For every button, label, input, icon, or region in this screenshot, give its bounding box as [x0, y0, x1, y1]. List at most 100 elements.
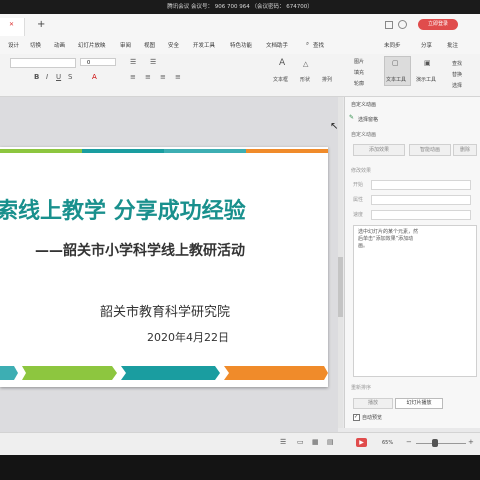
align-left-icon[interactable]: ≡	[130, 73, 136, 81]
meeting-info-bar: 腾讯会议 会议号： 906 700 964 （会议密码： 674700）	[0, 0, 480, 14]
start-dropdown[interactable]	[371, 180, 471, 190]
stripe-segment	[82, 149, 164, 153]
arrow-segment	[224, 366, 328, 380]
menu-item[interactable]: 文档助手	[266, 41, 288, 49]
slideshow-button[interactable]: 幻灯片播放	[395, 398, 443, 409]
arrow-band-graphic	[0, 366, 328, 380]
arrow-segment	[22, 366, 117, 380]
reading-view-icon[interactable]: ▤	[327, 438, 334, 446]
shapes-label[interactable]: 形状	[300, 76, 310, 83]
menu-item[interactable]: 切换	[30, 41, 41, 49]
menu-item[interactable]: 幻灯片放映	[78, 41, 106, 49]
tab-bar: ✕ + 立即登录	[0, 14, 480, 37]
select-pane-icon[interactable]: ✎	[349, 114, 354, 121]
zoom-in-icon[interactable]: +	[468, 438, 474, 446]
zoom-level[interactable]: 65%	[382, 440, 393, 446]
add-effect-button[interactable]: 添加效果	[353, 144, 405, 156]
zoom-out-icon[interactable]: −	[406, 438, 412, 446]
search-menu[interactable]: 查找	[313, 41, 324, 49]
play-button[interactable]: 播放	[353, 398, 393, 409]
select-pane-link[interactable]: 选择窗格	[358, 116, 378, 123]
top-stripe	[0, 149, 328, 153]
comment-button[interactable]: 批注	[447, 41, 458, 49]
present-tools-icon[interactable]: ▣	[424, 59, 431, 67]
slide-organization[interactable]: 韶关市教育科学研究院	[100, 301, 230, 320]
normal-view-icon[interactable]: ▭	[297, 438, 304, 446]
autopreview-label[interactable]: 自动预览	[362, 414, 382, 421]
font-size-dropdown[interactable]: 0	[80, 58, 116, 66]
reorder-label: 重新排序	[351, 385, 372, 391]
sorter-view-icon[interactable]: ▦	[312, 438, 319, 446]
arrange-label[interactable]: 排列	[322, 76, 332, 83]
custom-animation-title: 自定义动画	[351, 132, 377, 138]
menu-item[interactable]: 视图	[144, 41, 155, 49]
slide-subtitle[interactable]: ——韶关市小学科学线上教研活动	[35, 240, 245, 260]
speed-dropdown[interactable]	[371, 210, 471, 220]
fill-button[interactable]: 填充	[354, 69, 364, 76]
ribbon-toolbar: 0 B I U S A ☰ ☰ ≡ ≡ ≡ ≡ A 文本框 △ 形状 排列 图片…	[0, 54, 480, 97]
text-tools-label: 文本工具	[386, 77, 407, 83]
slide-date[interactable]: 2020年4月22日	[147, 329, 229, 345]
new-tab-button[interactable]: +	[37, 19, 45, 30]
textbox-label[interactable]: 文本框	[273, 76, 288, 83]
strikethrough-icon[interactable]: S	[68, 73, 72, 81]
italic-icon[interactable]: I	[46, 73, 48, 81]
slide-canvas[interactable]: 索线上教学 分享成功经验 ——韶关市小学科学线上教研活动 韶关市教育科学研究院 …	[0, 147, 328, 387]
bottom-arrow-band	[0, 365, 328, 380]
find-button[interactable]: 查找	[452, 60, 462, 67]
outline-button[interactable]: 轮廓	[354, 80, 364, 87]
start-label: 开始	[353, 182, 364, 188]
zoom-slider-thumb[interactable]	[432, 439, 438, 447]
search-icon[interactable]: ⌕	[306, 41, 309, 48]
scrollbar-thumb[interactable]	[338, 257, 343, 317]
arrow-segment	[0, 366, 18, 380]
menu-item[interactable]: 动画	[54, 41, 65, 49]
notes-icon[interactable]: ☰	[280, 438, 286, 446]
menu-item[interactable]: 安全	[168, 41, 179, 49]
autopreview-checkbox[interactable]: ✓	[353, 414, 360, 421]
stripe-segment	[0, 149, 82, 153]
menu-item[interactable]: 特色功能	[230, 41, 252, 49]
property-dropdown[interactable]	[371, 195, 471, 205]
textbox-icon[interactable]: A	[279, 58, 285, 68]
window-layout-icon[interactable]	[385, 21, 393, 29]
justify-icon[interactable]: ≡	[175, 73, 181, 81]
numbered-list-icon[interactable]: ☰	[150, 58, 156, 66]
present-tools-label[interactable]: 演示工具	[416, 76, 436, 83]
font-name-dropdown[interactable]	[10, 58, 76, 68]
align-center-icon[interactable]: ≡	[145, 73, 151, 81]
pane-header: 自定义动画	[351, 102, 377, 108]
replace-button[interactable]: 替换	[452, 71, 462, 78]
menu-bar: 设计 切换 动画 幻灯片放映 审阅 视图 安全 开发工具 特色功能 文档助手 ⌕…	[0, 36, 480, 54]
select-button[interactable]: 选择	[452, 82, 462, 89]
close-tab-icon[interactable]: ✕	[9, 21, 14, 28]
settings-icon[interactable]	[398, 20, 407, 29]
menu-item[interactable]: 开发工具	[193, 41, 215, 49]
modify-effect-label: 修改效果	[351, 168, 372, 174]
animation-hint: 选中幻灯片的某个元素，然后单击“添加效果”添加动画。	[358, 229, 419, 249]
text-tools-icon: ▢	[392, 59, 399, 67]
slide-scrollbar[interactable]	[338, 97, 343, 428]
stripe-segment	[164, 149, 246, 153]
share-button[interactable]: 分享	[421, 41, 432, 49]
font-color-icon[interactable]: A	[92, 73, 97, 81]
shapes-icon[interactable]: △	[303, 60, 308, 68]
animation-pane: 自定义动画 ✎ 选择窗格 自定义动画 添加效果 智能动画 删除 修改效果 开始 …	[344, 97, 480, 428]
smart-animation-button[interactable]: 智能动画	[409, 144, 451, 156]
slide-title[interactable]: 索线上教学 分享成功经验	[0, 193, 246, 225]
bold-icon[interactable]: B	[34, 73, 39, 81]
bullet-list-icon[interactable]: ☰	[130, 58, 136, 66]
delete-button[interactable]: 删除	[453, 144, 477, 156]
slideshow-play-icon[interactable]: ▶	[356, 438, 367, 447]
align-right-icon[interactable]: ≡	[160, 73, 166, 81]
sync-status[interactable]: 未同步	[384, 41, 401, 49]
menu-item[interactable]: 审阅	[120, 41, 131, 49]
underline-icon[interactable]: U	[56, 73, 61, 81]
animation-list[interactable]: 选中幻灯片的某个元素，然后单击“添加效果”添加动画。	[353, 225, 477, 377]
status-bar: ☰ ▭ ▦ ▤ ▶ 65% − +	[0, 432, 480, 455]
zoom-slider-track[interactable]	[416, 443, 466, 444]
login-button[interactable]: 立即登录	[418, 19, 458, 30]
picture-button[interactable]: 图片	[354, 58, 364, 65]
menu-item[interactable]: 设计	[8, 41, 19, 49]
speed-label: 速度	[353, 212, 364, 218]
